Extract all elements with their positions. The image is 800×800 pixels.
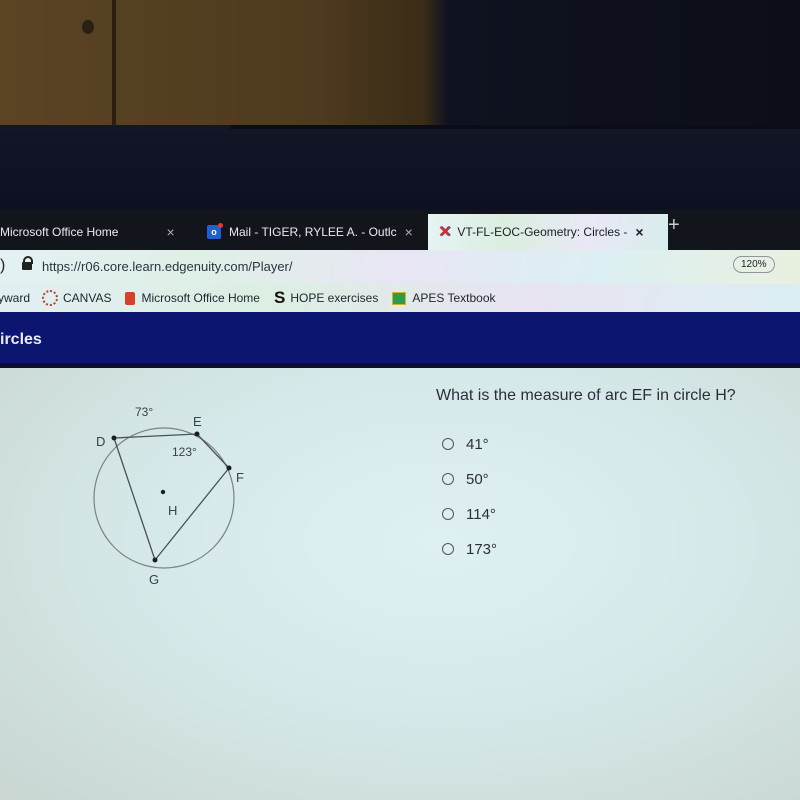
chord-ef [196, 433, 230, 469]
shield-icon[interactable]: ) [0, 257, 5, 275]
bookmark-label: APES Textbook [412, 291, 496, 305]
tab-label: VT-FL-EOC-Geometry: Circles - [457, 225, 628, 239]
address-bar: ) https://r06.core.learn.edgenuity.com/P… [0, 250, 800, 285]
label-g: G [149, 572, 159, 587]
question-text: What is the measure of arc EF in circle … [436, 387, 736, 404]
close-tab-icon[interactable]: × [405, 224, 413, 240]
s-icon: S [273, 288, 286, 307]
label-d: D [96, 434, 105, 449]
arc-de-measure: 73° [135, 405, 153, 419]
chord-fg [154, 467, 230, 561]
radio-button[interactable] [442, 438, 454, 450]
tab-strip: Microsoft Office Home × o Mail - TIGER, … [0, 210, 800, 250]
point-h [160, 489, 166, 495]
radio-button[interactable] [442, 543, 454, 555]
point-e [194, 431, 200, 437]
zoom-level-badge[interactable]: 120% [733, 256, 775, 273]
bookmark-label: yward [0, 291, 31, 305]
label-h: H [168, 503, 177, 518]
tab-geometry-circles[interactable]: ✕ VT-FL-EOC-Geometry: Circles - × [428, 214, 668, 250]
point-g [152, 557, 158, 563]
bookmark-yward[interactable]: yward [0, 291, 30, 305]
tab-label: Microsoft Office Home [0, 225, 119, 239]
arc-ef-measure: 123° [172, 445, 197, 459]
new-tab-button[interactable]: + [668, 214, 680, 237]
outlook-icon: o [207, 223, 223, 239]
url-input[interactable]: https://r06.core.learn.edgenuity.com/Pla… [42, 259, 293, 274]
room-background [0, 0, 800, 140]
canvas-icon [42, 290, 59, 306]
circle-diagram: D E F G H 73° 123° [93, 405, 244, 587]
choice-label: 50° [466, 470, 489, 488]
door-edge [112, 0, 116, 132]
close-tab-icon[interactable]: × [635, 224, 643, 240]
lock-icon [22, 256, 33, 270]
tab-mail[interactable]: o Mail - TIGER, RYLEE A. - Outlc × [207, 214, 422, 250]
edgenuity-x-icon: ✕ [438, 224, 452, 241]
bookmark-label: CANVAS [63, 291, 112, 305]
wall-fixture [82, 20, 94, 34]
circle-h [93, 427, 235, 569]
choice-41[interactable]: 41° [442, 432, 497, 456]
bookmark-label: HOPE exercises [290, 291, 379, 305]
bookmark-canvas[interactable]: CANVAS [42, 290, 111, 306]
choice-label: 41° [466, 435, 489, 453]
chord-de [113, 433, 198, 439]
bookmark-hope-exercises[interactable]: S HOPE exercises [274, 288, 378, 308]
bookmark-office-home[interactable]: Microsoft Office Home [125, 291, 260, 305]
monitor-bezel [0, 125, 800, 210]
lesson-title: ircles [0, 331, 42, 348]
point-f [226, 465, 232, 471]
radio-button[interactable] [442, 473, 454, 485]
classroom-icon [392, 291, 407, 305]
tab-office-home[interactable]: Microsoft Office Home × [0, 214, 195, 250]
choice-173[interactable]: 173° [442, 537, 497, 561]
tab-label: Mail - TIGER, RYLEE A. - Outlc [229, 225, 397, 239]
office-icon [125, 291, 136, 305]
bookmarks-bar: yward CANVAS Microsoft Office Home S HOP… [0, 284, 800, 312]
lesson-header: ircles [0, 312, 800, 368]
label-e: E [193, 414, 202, 429]
choice-label: 114° [466, 505, 496, 523]
choice-50[interactable]: 50° [442, 467, 497, 491]
choice-114[interactable]: 114° [442, 502, 497, 526]
radio-button[interactable] [442, 508, 454, 520]
bookmark-label: Microsoft Office Home [141, 291, 260, 305]
label-f: F [236, 470, 244, 485]
choice-label: 173° [466, 540, 498, 558]
answer-choices: 41° 50° 114° 173° [442, 432, 497, 572]
point-d [111, 435, 117, 441]
chord-dg [113, 437, 156, 561]
close-tab-icon[interactable]: × [166, 224, 174, 240]
bookmark-apes-textbook[interactable]: APES Textbook [392, 291, 496, 305]
bezel-edge [230, 125, 800, 129]
